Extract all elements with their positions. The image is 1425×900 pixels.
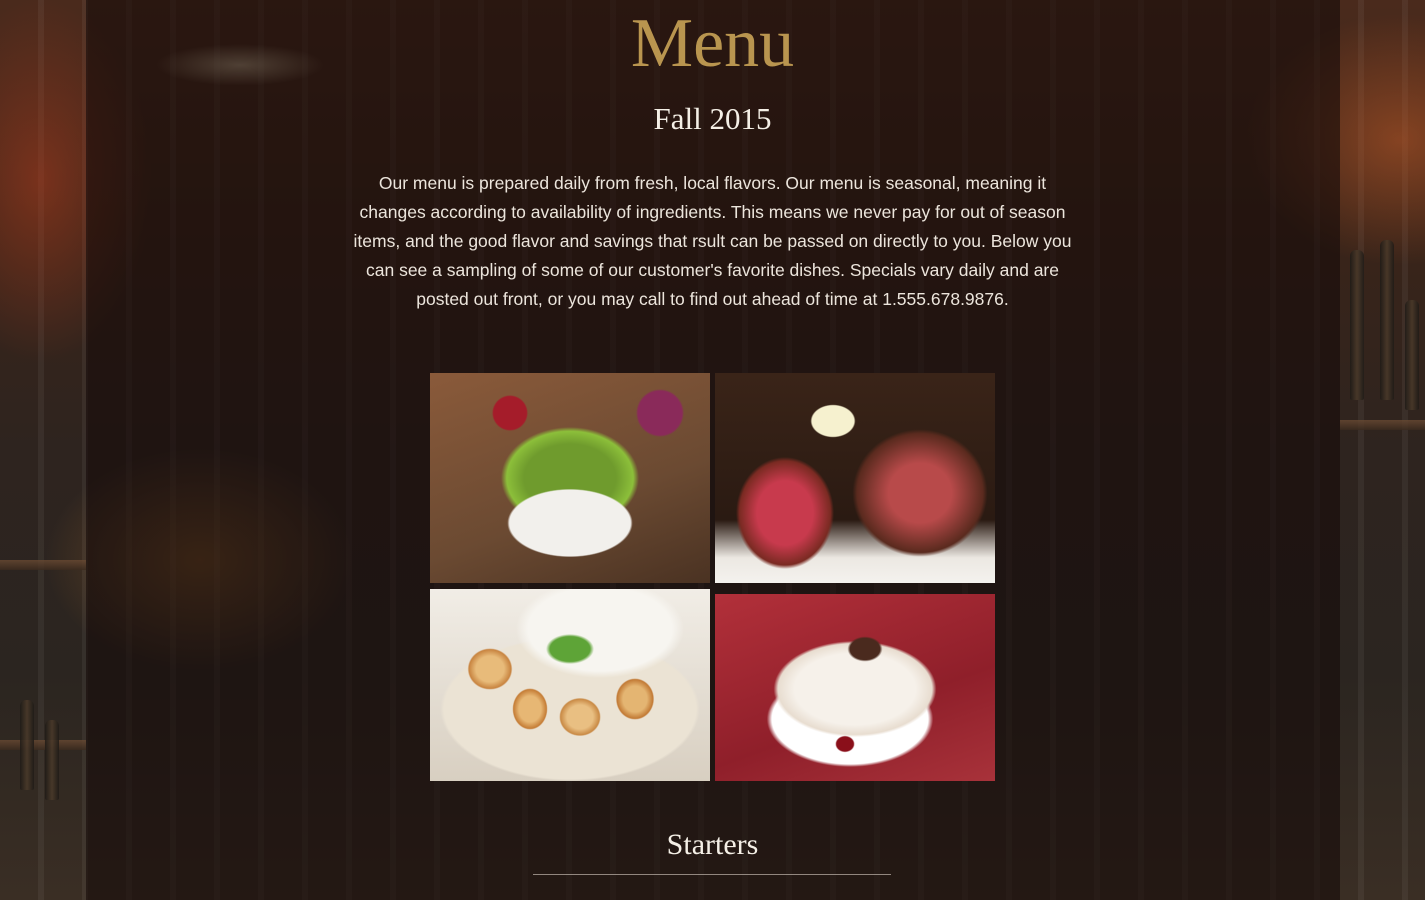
- page-title: Menu: [630, 5, 795, 82]
- section-heading-starters: Starters: [666, 828, 759, 861]
- season-subtitle: Fall 2015: [653, 101, 772, 136]
- gallery-photo-steak[interactable]: [715, 373, 995, 583]
- gallery-photo-dessert[interactable]: [715, 594, 995, 781]
- section-divider: [533, 874, 891, 875]
- gallery-photo-scallops[interactable]: [430, 589, 710, 781]
- gallery-photo-salad[interactable]: [430, 373, 710, 583]
- menu-intro-text: Our menu is prepared daily from fresh, l…: [353, 173, 1072, 309]
